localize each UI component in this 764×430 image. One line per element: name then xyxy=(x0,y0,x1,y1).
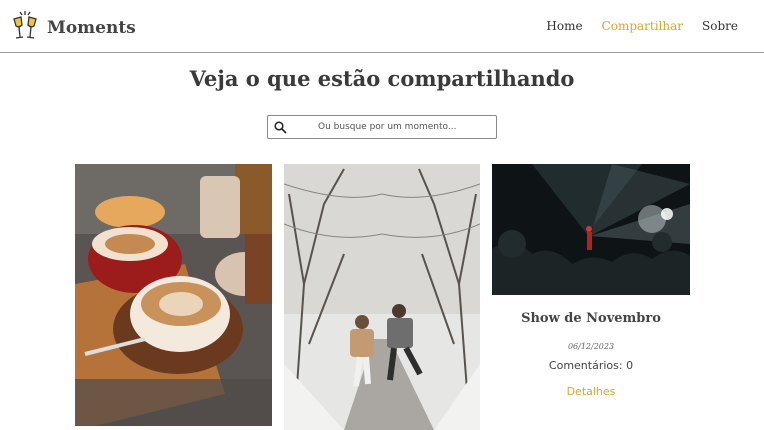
brand-name: Moments xyxy=(47,18,136,38)
snowy-road-couple-photo[interactable] xyxy=(284,164,480,430)
champagne-toast-icon xyxy=(10,10,40,46)
coffee-cups-photo[interactable] xyxy=(75,164,272,426)
nav-share-link[interactable]: Compartilhar xyxy=(602,19,683,33)
card-comments-count: Comentários: 0 xyxy=(548,359,634,372)
nav-home-link[interactable]: Home xyxy=(546,19,582,33)
nav-about-link[interactable]: Sobre xyxy=(702,19,738,33)
page-title: Veja o que estão compartilhando xyxy=(189,66,575,91)
card-title: Show de Novembro xyxy=(521,311,661,326)
card-date: 06/12/2023 xyxy=(567,342,615,351)
navbar: Moments Home Compartilhar Sobre xyxy=(0,0,764,53)
search-box xyxy=(267,115,497,139)
concert-stage-photo[interactable] xyxy=(492,164,690,295)
search-input[interactable] xyxy=(298,118,488,136)
main-nav: Home Compartilhar Sobre xyxy=(527,19,738,33)
details-link[interactable]: Detalhes xyxy=(492,385,690,398)
logo[interactable]: Moments xyxy=(10,10,136,46)
